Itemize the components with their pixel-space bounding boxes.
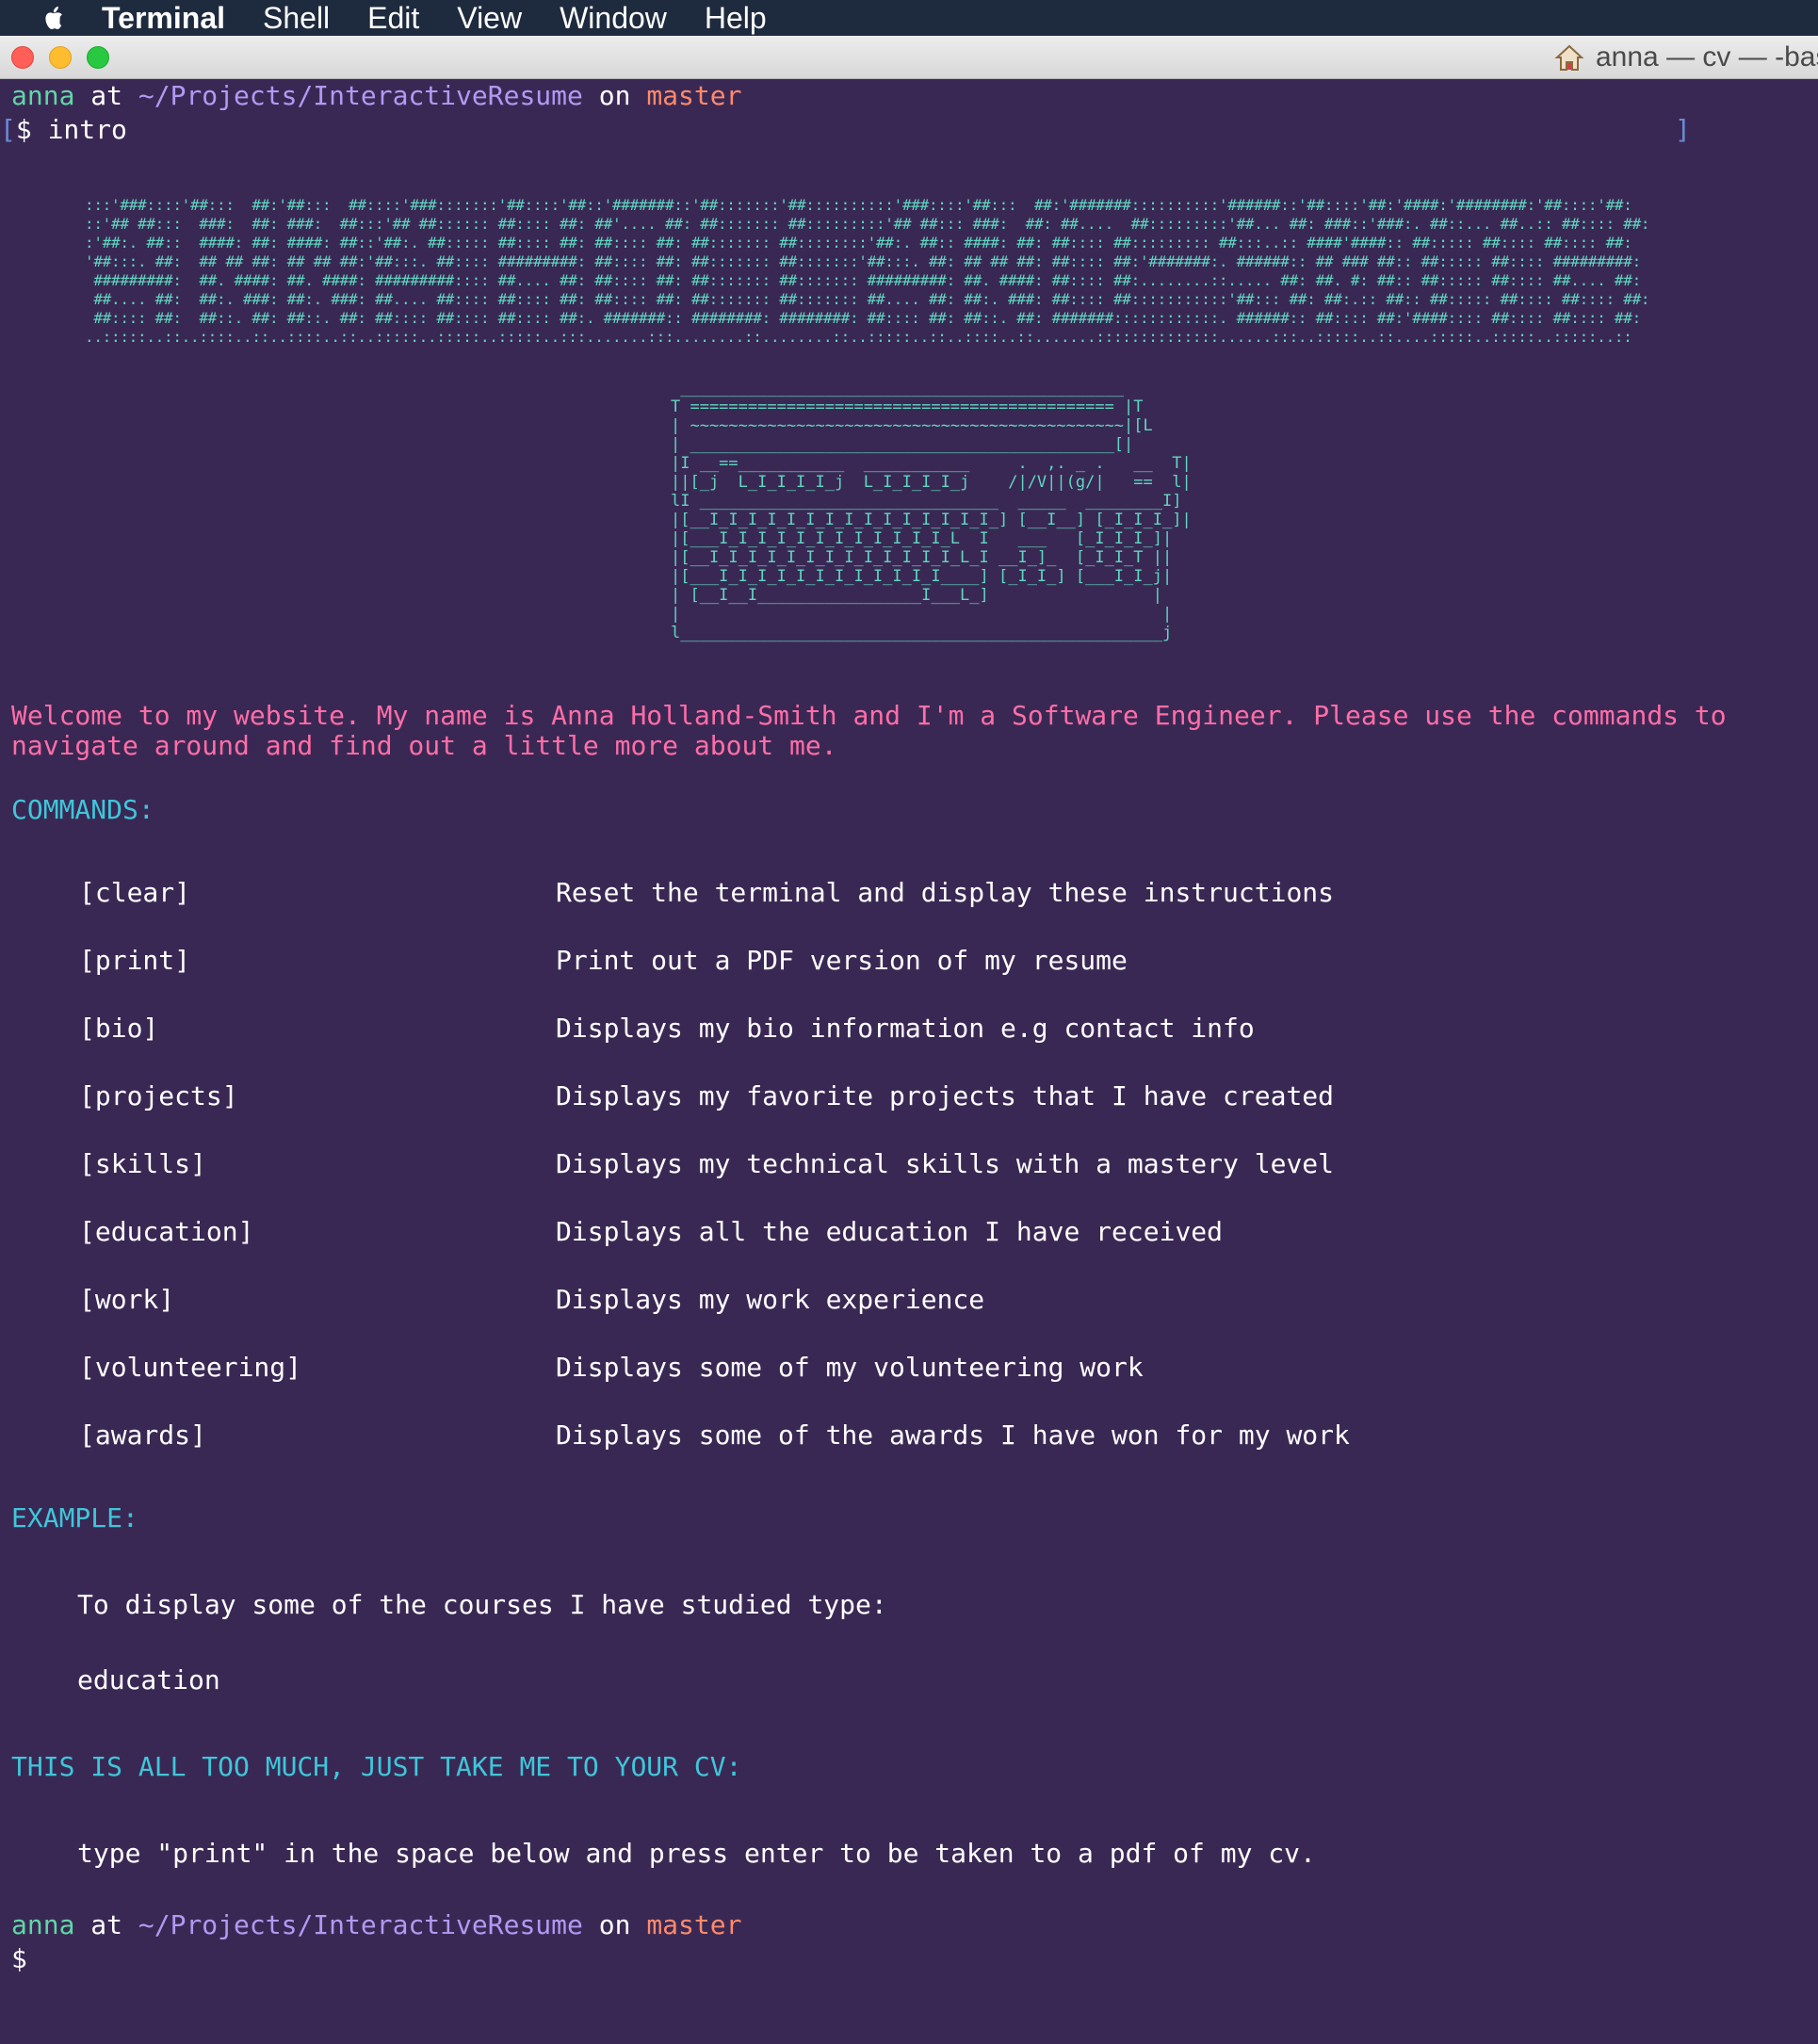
menu-bar: Terminal Shell Edit View Window Help <box>0 0 1818 36</box>
art-line: |[__I_I_I_I_I_I_I_I_I_I_I_I_I_I_I_] [__I… <box>671 511 1192 529</box>
command-description: Reset the terminal and display these ins… <box>556 877 1335 908</box>
art-line: |[___I_I_I_I_I_I_I_I_I_I_I_I____] [_I_I_… <box>671 567 1173 586</box>
banner-line: '##:::. ##: ## ## ##: ## ## ##:'##:::. #… <box>85 252 1641 270</box>
command-name: [volunteering] <box>79 1352 302 1383</box>
minimize-window-button[interactable] <box>49 46 72 69</box>
ascii-banner: :::'###::::'##::: ##:'##::: ##::::'###::… <box>85 196 1650 347</box>
command-name: [print] <box>79 945 191 976</box>
art-line: |I __==___________ ___________ . ,. _ . … <box>671 454 1192 473</box>
command-description: Displays my favorite projects that I hav… <box>556 1080 1335 1111</box>
shortcut-heading: THIS IS ALL TOO MUCH, JUST TAKE ME TO YO… <box>11 1751 742 1782</box>
command-description: Displays some of the awards I have won f… <box>556 1419 1350 1451</box>
art-line: | ~~~~~~~~~~~~~~~~~~~~~~~~~~~~~~~~~~~~~~… <box>671 416 1153 435</box>
menu-help[interactable]: Help <box>705 1 767 36</box>
prompt-branch: master <box>646 80 742 111</box>
prompt-close-bracket: ] <box>1675 114 1691 145</box>
prompt-path: ~/Projects/InteractiveResume <box>138 80 583 111</box>
prompt-on: on <box>598 80 631 111</box>
prompt2-path: ~/Projects/InteractiveResume <box>138 1909 583 1940</box>
art-line: ||[_j L_I_I_I_I_j L_I_I_I_I_j /|/V||(g/|… <box>671 473 1192 492</box>
command-name: [bio] <box>79 1013 159 1044</box>
command-name: [clear] <box>79 877 191 908</box>
command-name: [work] <box>79 1284 175 1315</box>
prompt2-branch: master <box>646 1909 742 1940</box>
prompt2-symbol: $ <box>11 1943 27 1974</box>
ascii-typewriter-art: ________________________________________… <box>671 379 1192 642</box>
window-title: anna — cv — -bas <box>1554 41 1818 73</box>
home-icon <box>1554 44 1584 71</box>
example-command: education <box>77 1664 220 1695</box>
banner-line: ##:::: ##: ##::. ##: ##::. ##: ##:::: ##… <box>85 309 1641 327</box>
terminal-output[interactable]: anna at ~/Projects/InteractiveResume on … <box>0 79 1818 2044</box>
apple-logo-icon[interactable] <box>36 3 73 33</box>
command-description: Displays some of my volunteering work <box>556 1352 1144 1383</box>
command-name: [education] <box>79 1216 254 1247</box>
banner-line: ##.... ##: ##:. ###: ##:. ###: ##.... ##… <box>85 290 1650 308</box>
command-description: Print out a PDF version of my resume <box>556 945 1128 976</box>
art-line: |[__I_I_I_I_I_I_I_I_I_I_I_I_I_L_I __I_]_… <box>671 548 1173 567</box>
prompt-symbol: $ <box>15 114 32 145</box>
welcome-line-2: navigate around and find out a little mo… <box>11 730 837 761</box>
typed-command: intro <box>47 114 127 145</box>
example-text: To display some of the courses I have st… <box>77 1589 887 1620</box>
window-title-bar[interactable]: anna — cv — -bas <box>0 36 1818 79</box>
banner-line: :'##:. ##:: ####: ##: ####: ##::'##:. ##… <box>85 234 1632 251</box>
art-line: | ______________________________________… <box>671 435 1134 454</box>
prompt2-user: anna <box>11 1909 75 1940</box>
prompt-user: anna <box>11 80 75 111</box>
menu-edit[interactable]: Edit <box>367 1 419 36</box>
menu-terminal[interactable]: Terminal <box>102 1 225 36</box>
welcome-line-1: Welcome to my website. My name is Anna H… <box>11 700 1727 731</box>
example-heading: EXAMPLE: <box>11 1502 138 1533</box>
art-line: |[___I_I_I_I_I_I_I_I_I_I_I_I_L I ___ [_I… <box>671 529 1173 548</box>
banner-line: ..:::::..::..::::..::..::::..::..:::::..… <box>85 328 1632 346</box>
art-line: T ======================================… <box>671 397 1144 416</box>
command-line: [$ intro <box>0 113 127 147</box>
prompt-line-2: anna at ~/Projects/InteractiveResume on … <box>11 1908 741 1942</box>
menu-window[interactable]: Window <box>560 1 667 36</box>
menu-view[interactable]: View <box>457 1 522 36</box>
art-line: lI _______________________________ _____… <box>671 492 1182 511</box>
commands-heading: COMMANDS: <box>11 794 154 825</box>
prompt2-at: at <box>90 1909 123 1940</box>
art-line: | [__I__I_________________I___L_] | <box>671 586 1162 605</box>
menu-shell[interactable]: Shell <box>263 1 330 36</box>
art-line: ________________________________________… <box>671 379 1125 397</box>
banner-line: ::'## ##::: ###: ##: ###: ##:::'## ##:::… <box>85 215 1650 233</box>
prompt-open-bracket: [ <box>0 114 16 145</box>
prompt2-on: on <box>598 1909 631 1940</box>
prompt-line: anna at ~/Projects/InteractiveResume on … <box>11 79 741 113</box>
art-line: | | <box>671 605 1173 624</box>
input-line[interactable]: $ <box>11 1942 27 1976</box>
command-name: [skills] <box>79 1148 206 1179</box>
art-line: l_______________________________________… <box>671 624 1173 642</box>
window-title-text: anna — cv — -bas <box>1596 41 1818 73</box>
banner-line: #########: ##. ####: ##. ####: #########… <box>85 271 1641 289</box>
banner-line: :::'###::::'##::: ##:'##::: ##::::'###::… <box>85 196 1632 214</box>
command-description: Displays all the education I have receiv… <box>556 1216 1224 1247</box>
command-name: [awards] <box>79 1419 206 1451</box>
command-description: Displays my work experience <box>556 1284 985 1315</box>
prompt-at: at <box>90 80 123 111</box>
shortcut-text: type "print" in the space below and pres… <box>77 1838 1316 1869</box>
command-description: Displays my bio information e.g contact … <box>556 1013 1255 1044</box>
command-description: Displays my technical skills with a mast… <box>556 1148 1335 1179</box>
close-window-button[interactable] <box>11 46 34 69</box>
command-name: [projects] <box>79 1080 238 1111</box>
zoom-window-button[interactable] <box>87 46 109 69</box>
